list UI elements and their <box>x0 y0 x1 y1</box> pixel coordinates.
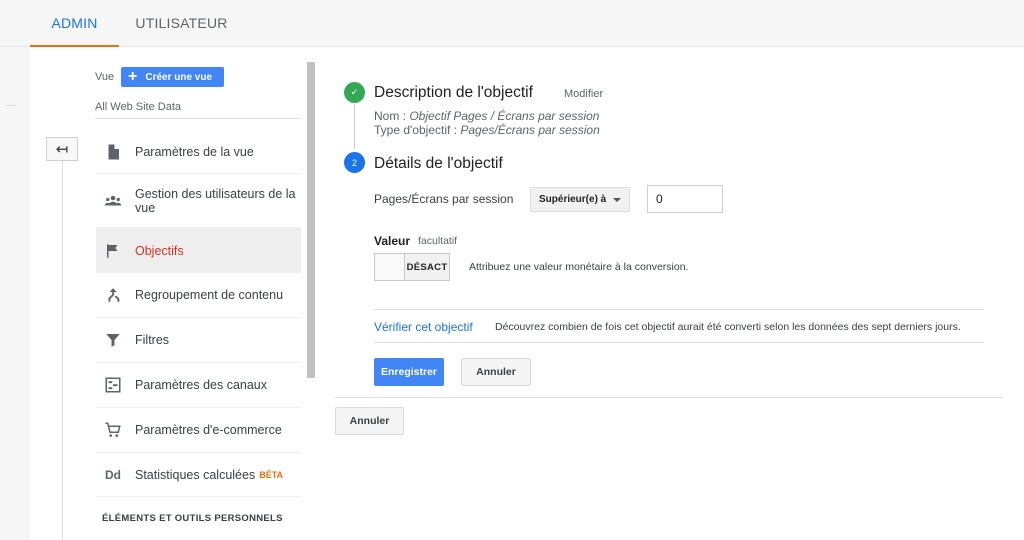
value-toggle[interactable]: DÉSACT <box>374 253 450 281</box>
back-arrow-icon: ↤ <box>55 141 69 158</box>
users-icon <box>104 192 122 210</box>
tab-utilisateur[interactable]: UTILISATEUR <box>130 0 233 47</box>
create-view-label: Créer une vue <box>145 71 213 83</box>
goal-name-summary: Nom : Objectif Pages / Écrans par sessio… <box>374 109 599 123</box>
filter-icon <box>104 331 122 349</box>
sidebar-item-parametres-vue[interactable]: Paramètres de la vue <box>96 131 301 174</box>
beta-badge: BÊTA <box>259 469 284 480</box>
goal-name-label: Nom : <box>374 109 410 123</box>
view-label: Vue <box>95 71 115 83</box>
cart-icon <box>104 421 122 439</box>
comparator-value: Supérieur(e) à <box>539 194 607 205</box>
valeur-label: Valeur <box>374 234 411 248</box>
goal-type-value: Pages/Écrans par session <box>460 123 600 137</box>
pages-per-session-input[interactable] <box>647 185 723 213</box>
cancel-goal-button[interactable]: Annuler <box>335 407 404 435</box>
step2-number-icon: 2 <box>344 152 365 173</box>
sidebar-item-canaux[interactable]: Paramètres des canaux <box>96 363 301 408</box>
verify-goal-link[interactable]: Vérifier cet objectif <box>374 320 473 334</box>
divider <box>374 309 984 310</box>
pages-per-session-label: Pages/Écrans par session <box>374 192 514 206</box>
toggle-knob <box>375 254 405 280</box>
admin-tabs-bar: ADMIN UTILISATEUR <box>0 0 1024 47</box>
goal-name-value: Objectif Pages / Écrans par session <box>409 109 600 123</box>
tab-admin[interactable]: ADMIN <box>30 0 119 47</box>
channels-icon <box>104 376 122 394</box>
verify-description: Découvrez combien de fois cet objectif a… <box>495 321 961 333</box>
view-divider <box>95 118 301 119</box>
sidebar-item-statistiques[interactable]: Dd Statistiques calculées BÊTA <box>96 453 301 497</box>
sidebar-item-label: Regroupement de contenu <box>135 288 284 302</box>
tree-line <box>62 161 63 540</box>
sidebar-item-filtres[interactable]: Filtres <box>96 318 301 363</box>
divider <box>335 397 1003 398</box>
personal-tools-header: ÉLÉMENTS ET OUTILS PERSONNELS <box>102 513 283 524</box>
step1-complete-icon: ✓ <box>344 82 365 103</box>
dd-icon: Dd <box>105 467 121 482</box>
sidebar-item-label: Objectifs <box>135 243 184 258</box>
back-arrow-button[interactable]: ↤ <box>46 137 78 161</box>
save-button[interactable]: Enregistrer <box>374 358 444 386</box>
step-connector <box>354 104 355 149</box>
sidebar-item-label: Statistiques calculées <box>135 467 256 482</box>
modify-link[interactable]: Modifier <box>564 88 603 100</box>
view-selector[interactable]: All Web Site Data <box>95 101 181 113</box>
toggle-description: Attribuez une valeur monétaire à la conv… <box>469 261 689 273</box>
sidebar-item-gestion-utilisateurs[interactable]: Gestion des utilisateurs de la vue <box>96 174 301 228</box>
flag-icon <box>104 242 122 260</box>
panel-scrollbar[interactable] <box>307 62 315 378</box>
sidebar-item-label: Gestion des utilisateurs de la vue <box>135 186 296 215</box>
goal-type-label: Type d'objectif : <box>374 123 461 137</box>
cancel-step-button[interactable]: Annuler <box>461 358 531 386</box>
sidebar-item-label: Filtres <box>135 333 170 347</box>
step2-title: Détails de l'objectif <box>374 155 503 172</box>
plus-icon: + <box>128 68 138 85</box>
comparator-dropdown[interactable]: Supérieur(e) à <box>530 187 630 212</box>
sidebar-item-label: Paramètres des canaux <box>135 378 268 392</box>
merge-icon <box>104 286 122 304</box>
sidebar-item-objectifs[interactable]: Objectifs <box>96 228 301 273</box>
left-gutter <box>0 47 30 540</box>
document-icon <box>104 143 122 161</box>
sidebar-item-label: Paramètres d'e-commerce <box>135 423 282 437</box>
goal-type-summary: Type d'objectif : Pages/Écrans par sessi… <box>374 123 600 137</box>
toggle-state: DÉSACT <box>406 261 448 273</box>
sidebar-item-regroupement[interactable]: Regroupement de contenu <box>96 273 301 318</box>
sidebar-item-ecommerce[interactable]: Paramètres d'e-commerce <box>96 408 301 453</box>
create-view-button[interactable]: + Créer une vue <box>121 67 224 87</box>
divider <box>374 342 984 343</box>
step1-title: Description de l'objectif <box>374 84 533 101</box>
optional-label: facultatif <box>418 235 458 247</box>
chevron-down-icon <box>613 197 621 202</box>
sidebar-item-label: Paramètres de la vue <box>135 145 254 159</box>
